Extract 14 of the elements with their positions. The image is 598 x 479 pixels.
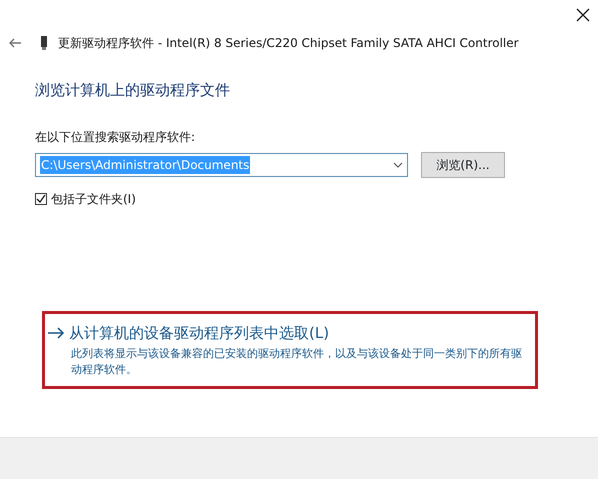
back-arrow-icon[interactable] <box>8 38 22 48</box>
window-title: 更新驱动程序软件 - Intel(R) 8 Series/C220 Chipset Family SATA AHCI Controller <box>58 35 519 52</box>
browse-button[interactable]: 浏览(R)... <box>421 152 505 178</box>
option-description: 此列表将显示与该设备兼容的已安装的驱动程序软件，以及与该设备处于同一类别下的所有驱动程序软件。 <box>71 346 523 378</box>
pick-from-list-link[interactable]: 从计算机的设备驱动程序列表中选取(L) <box>47 322 525 344</box>
dropdown-caret-icon[interactable] <box>393 162 403 168</box>
search-location-label: 在以下位置搜索驱动程序软件: <box>35 128 196 146</box>
include-subfolders-label: 包括子文件夹(I) <box>51 190 136 208</box>
page-heading: 浏览计算机上的驱动程序文件 <box>35 80 231 101</box>
folder-path-text: C:\Users\Administrator\Documents <box>40 156 250 174</box>
include-subfolders-checkbox[interactable] <box>35 192 47 204</box>
arrow-icon <box>47 326 65 339</box>
device-icon <box>40 36 48 50</box>
close-button[interactable] <box>574 6 592 24</box>
